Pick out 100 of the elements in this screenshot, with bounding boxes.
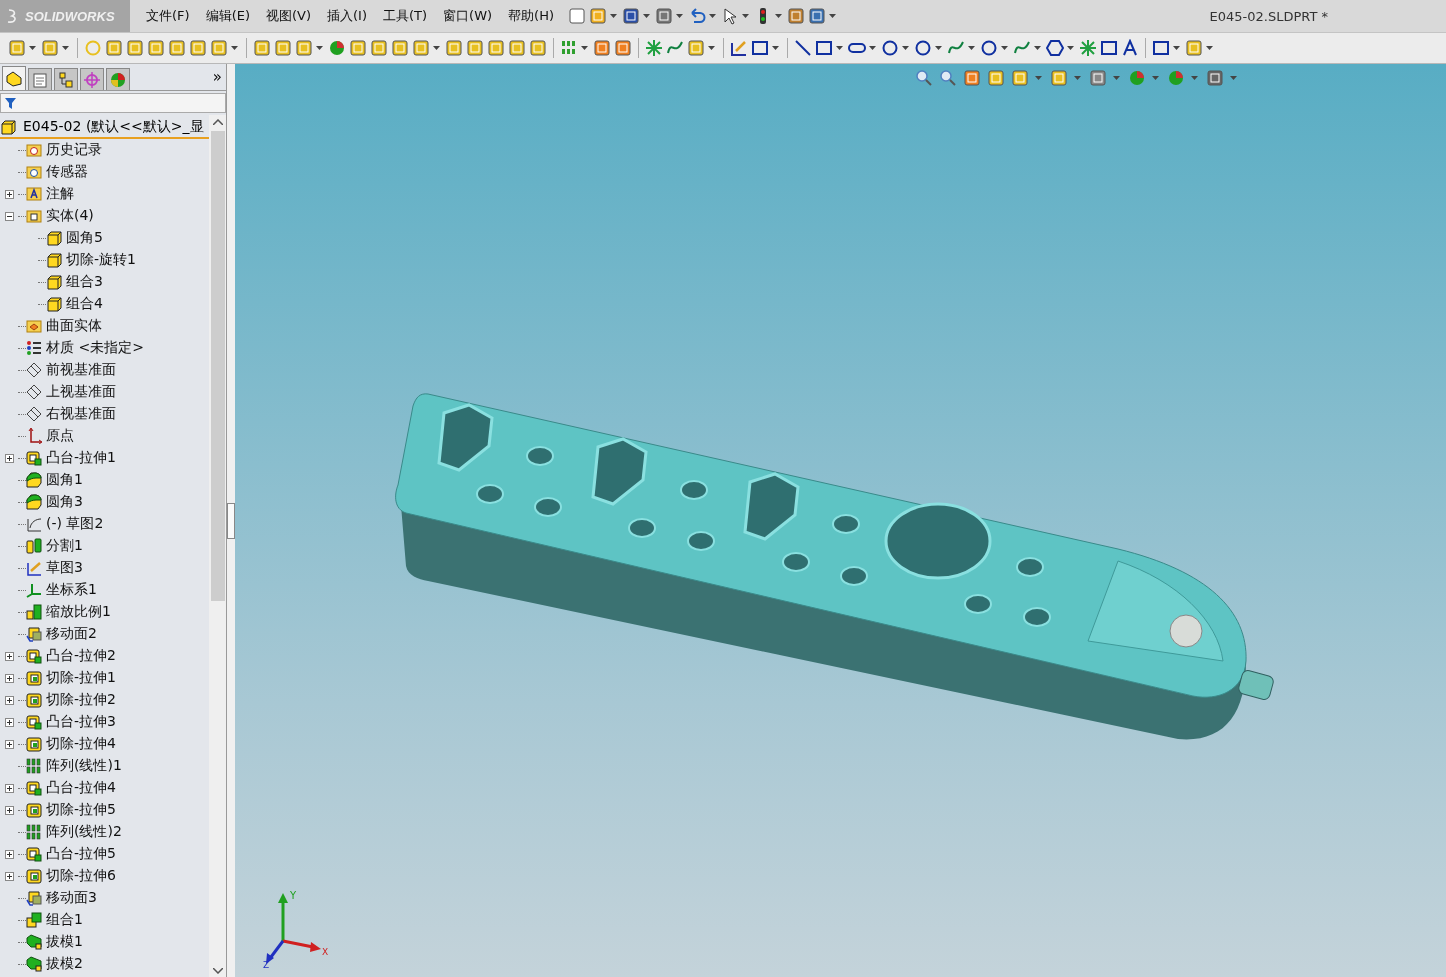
caret-icon[interactable] [935, 46, 942, 50]
circle-icon[interactable] [980, 39, 998, 57]
tree-item[interactable]: 移动面3 [0, 887, 209, 909]
scroll-up-icon[interactable] [212, 119, 223, 125]
star-icon[interactable] [645, 39, 663, 57]
tree-item[interactable]: 组合3 [20, 271, 209, 293]
zoom-icon[interactable] [915, 69, 933, 87]
caret-icon[interactable] [62, 46, 69, 50]
caret-icon[interactable] [1074, 76, 1081, 80]
caret-icon[interactable] [869, 46, 876, 50]
undo-icon[interactable] [688, 7, 707, 25]
tree-item[interactable]: 组合4 [20, 293, 209, 315]
tree-item[interactable]: 拔模1 [0, 931, 209, 953]
text-icon[interactable] [1121, 39, 1139, 57]
tree-item[interactable]: 曲面实体 [0, 315, 209, 337]
line-icon[interactable] [794, 39, 812, 57]
caret-icon[interactable] [1230, 76, 1237, 80]
caret-icon[interactable] [772, 46, 779, 50]
tree-item[interactable]: 凸台-拉伸4 [0, 777, 209, 799]
expand-toggle[interactable] [4, 871, 14, 881]
caret-icon[interactable] [1173, 46, 1180, 50]
caret-icon[interactable] [643, 14, 651, 18]
caret-icon[interactable] [829, 14, 837, 18]
scroll-down-icon[interactable] [212, 968, 223, 974]
panel-tab[interactable] [2, 66, 26, 90]
rectangle-icon[interactable] [1100, 39, 1118, 57]
menu-item[interactable]: 窗口(W) [435, 7, 501, 25]
sketch-icon[interactable] [730, 39, 748, 57]
tree-item[interactable]: 草图3 [0, 557, 209, 579]
tree-item[interactable]: (-) 草图2 [0, 513, 209, 535]
expand-toggle[interactable] [4, 453, 14, 463]
expand-toggle[interactable] [4, 189, 14, 199]
caret-icon[interactable] [709, 14, 717, 18]
tree-item[interactable]: 阵列(线性)1 [0, 755, 209, 777]
tree-item[interactable]: 切除-拉伸6 [0, 865, 209, 887]
expand-toggle[interactable] [4, 717, 14, 727]
caret-icon[interactable] [676, 14, 684, 18]
tree-item[interactable]: 切除-拉伸1 [0, 667, 209, 689]
menu-item[interactable]: 视图(V) [258, 7, 320, 25]
menu-item[interactable]: 文件(F) [138, 7, 198, 25]
caret-icon[interactable] [1034, 46, 1041, 50]
circle-icon[interactable] [881, 39, 899, 57]
tree-item[interactable]: 凸台-拉伸1 [0, 447, 209, 469]
sphere-icon[interactable] [328, 39, 346, 57]
tree-item[interactable]: 材质 <未指定> [0, 337, 209, 359]
caret-icon[interactable] [1113, 76, 1120, 80]
menu-item[interactable]: 插入(I) [319, 7, 375, 25]
tree-item[interactable]: 原点 [0, 425, 209, 447]
tree-item[interactable]: 凸台-拉伸3 [0, 711, 209, 733]
collapse-toggle[interactable] [4, 211, 14, 221]
caret-icon[interactable] [231, 46, 238, 50]
caret-icon[interactable] [708, 46, 715, 50]
tree-item[interactable]: 前视基准面 [0, 359, 209, 381]
caret-icon[interactable] [775, 14, 783, 18]
caret-icon[interactable] [902, 46, 909, 50]
tree-item[interactable]: 切除-拉伸2 [0, 689, 209, 711]
expand-toggle[interactable] [4, 849, 14, 859]
expand-toggle[interactable] [4, 673, 14, 683]
caret-icon[interactable] [742, 14, 750, 18]
expand-toggle[interactable] [4, 739, 14, 749]
caret-icon[interactable] [316, 46, 323, 50]
tree-item[interactable]: 右视基准面 [0, 403, 209, 425]
document-icon[interactable] [568, 7, 587, 25]
caret-icon[interactable] [581, 46, 588, 50]
tree-item[interactable]: 缩放比例1 [0, 601, 209, 623]
caret-icon[interactable] [968, 46, 975, 50]
tree-item[interactable]: 切除-拉伸5 [0, 799, 209, 821]
rectangle-icon[interactable] [1152, 39, 1170, 57]
tree-item[interactable]: 切除-拉伸4 [0, 733, 209, 755]
tree-item[interactable]: 切除-旋转1 [20, 249, 209, 271]
caret-icon[interactable] [1001, 46, 1008, 50]
panel-tab[interactable] [54, 68, 78, 90]
tree-item[interactable]: 实体(4) [0, 205, 209, 227]
circle-icon[interactable] [914, 39, 932, 57]
zoom-icon[interactable] [939, 69, 957, 87]
panel-splitter[interactable] [227, 503, 235, 539]
tree-item[interactable]: 历史记录 [0, 139, 209, 161]
menu-item[interactable]: 编辑(E) [197, 7, 258, 25]
caret-icon[interactable] [836, 46, 843, 50]
expand-toggle[interactable] [4, 783, 14, 793]
menu-item[interactable]: 帮助(H) [500, 7, 563, 25]
menu-item[interactable]: 工具(T) [375, 7, 436, 25]
tree-item[interactable]: 上视基准面 [0, 381, 209, 403]
tree-item[interactable]: 圆角5 [20, 227, 209, 249]
more-tabs[interactable]: » [212, 68, 222, 86]
tree-item[interactable]: 坐标系1 [0, 579, 209, 601]
caret-icon[interactable] [1206, 46, 1213, 50]
tree-root[interactable]: E045-02 (默认<<默认>_显 [0, 117, 209, 139]
caret-icon[interactable] [1191, 76, 1198, 80]
caret-icon[interactable] [1067, 46, 1074, 50]
expand-toggle[interactable] [4, 651, 14, 661]
caret-icon[interactable] [1035, 76, 1042, 80]
filter-field[interactable] [0, 93, 226, 113]
tree-item[interactable]: 拔模2 [0, 953, 209, 975]
caret-icon[interactable] [433, 46, 440, 50]
rectangle-icon[interactable] [815, 39, 833, 57]
expand-toggle[interactable] [4, 695, 14, 705]
tree-item[interactable]: 传感器 [0, 161, 209, 183]
hexagon-icon[interactable] [1046, 39, 1064, 57]
caret-icon[interactable] [29, 46, 36, 50]
